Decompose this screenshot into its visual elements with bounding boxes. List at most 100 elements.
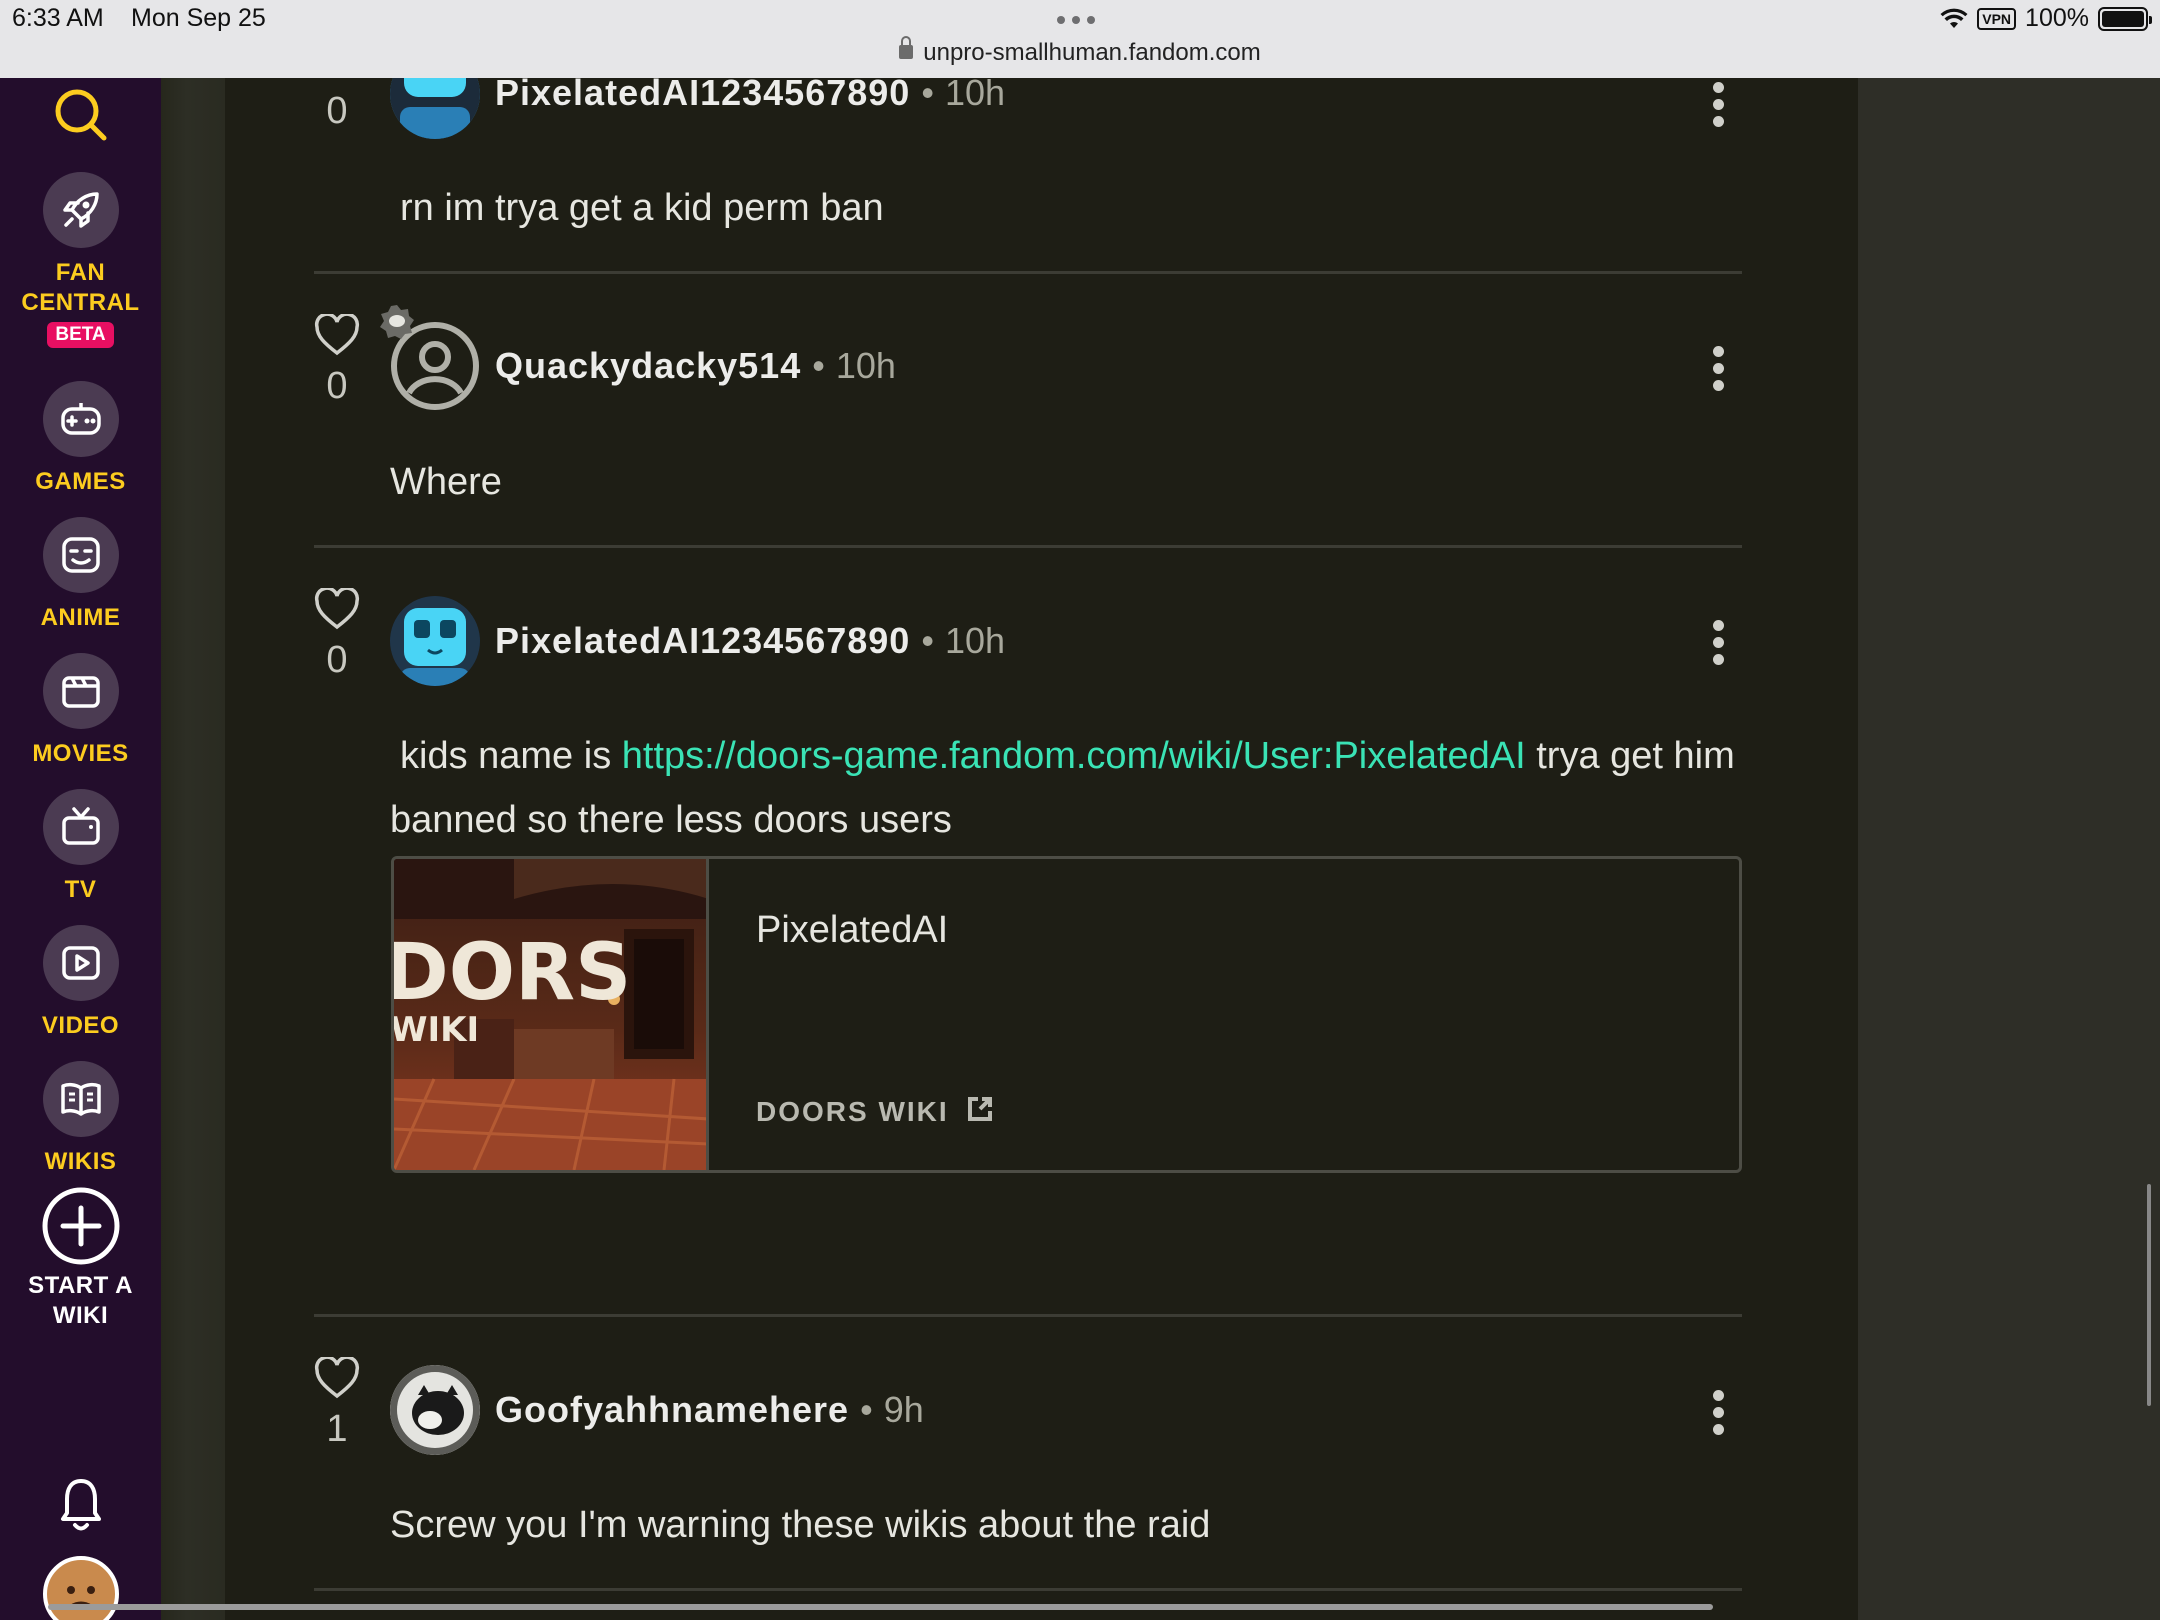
card-thumbnail: DORS WIKI [394, 859, 709, 1170]
card-source-label: DOORS WIKI [756, 1096, 949, 1127]
more-options-icon[interactable] [1712, 82, 1724, 127]
thumb-text-1: DORS [394, 928, 631, 1018]
nav-tv[interactable]: TV [0, 789, 161, 905]
comment-divider [314, 545, 1742, 548]
comment-username[interactable]: PixelatedAI1234567890 • 10h [495, 72, 1005, 114]
tv-icon [61, 807, 100, 845]
address-bar[interactable]: unpro-smallhuman.fandom.com [0, 36, 2160, 67]
fan-central-line-1: FAN [55, 259, 106, 286]
nav-games[interactable]: GAMES [0, 381, 161, 497]
multitasking-dots-icon[interactable] [1057, 16, 1095, 24]
card-source[interactable]: DOORS WIKI [756, 1095, 994, 1128]
comment-time: 10h [944, 72, 1006, 113]
plus-circle-icon [42, 1187, 119, 1265]
separator: • [921, 620, 934, 661]
bell-icon [60, 1479, 101, 1531]
wifi-icon [1940, 8, 1968, 28]
comment-text: Where [390, 461, 502, 503]
play-icon [61, 946, 100, 980]
comment-badge-icon [380, 305, 414, 339]
comment-username[interactable]: Goofyahhnamehere • 9h [495, 1389, 924, 1431]
comment-divider [314, 271, 1742, 274]
start-wiki-line-1: START A [28, 1272, 133, 1299]
username-text[interactable]: Quackydacky514 [495, 345, 801, 386]
battery-icon [2098, 6, 2152, 31]
background-gutter [161, 78, 225, 1620]
avatar[interactable] [390, 1365, 480, 1455]
thumb-text-2: WIKI [394, 1010, 479, 1050]
movies-icon-circle [42, 653, 119, 729]
external-link-icon [968, 1097, 993, 1121]
username-text[interactable]: PixelatedAI1234567890 [495, 620, 910, 661]
more-options-icon[interactable] [1712, 1390, 1724, 1435]
user-avatar-button[interactable] [0, 1556, 161, 1620]
clapperboard-icon [61, 676, 100, 708]
games-icon-circle [42, 381, 119, 457]
separator: • [860, 1389, 873, 1430]
comment-time: 9h [883, 1389, 924, 1430]
search-button[interactable] [0, 85, 161, 150]
rocket-icon [62, 192, 99, 228]
avatar[interactable] [390, 596, 480, 686]
link-preview-card[interactable]: DORS WIKI PixelatedAI DOORS WIKI [391, 856, 1742, 1173]
wikis-label: WIKIS [44, 1148, 117, 1175]
avatar [42, 1556, 119, 1620]
vertical-scrollbar[interactable] [2147, 1184, 2151, 1406]
nav-start-a-wiki[interactable]: START A WIKI [0, 1186, 161, 1331]
comment-text-before: kids name is [400, 735, 622, 777]
comment-text: Screw you I'm warning these wikis about … [390, 1504, 1211, 1546]
more-options-icon[interactable] [1712, 620, 1724, 665]
comment-text: rn im trya get a kid perm ban [400, 187, 884, 229]
separator: • [812, 345, 825, 386]
nav-fan-central[interactable]: FAN CENTRAL BETA [0, 172, 161, 348]
fandom-global-nav: FAN CENTRAL BETA GAMES ANIME MOVIES TV V… [0, 78, 161, 1620]
like-count: 0 [326, 365, 348, 407]
comment-username[interactable]: Quackydacky514 • 10h [495, 345, 896, 387]
notifications-button[interactable] [0, 1475, 161, 1540]
games-label: GAMES [35, 468, 126, 495]
status-date: Mon Sep 25 [131, 4, 266, 32]
heart-icon[interactable] [314, 312, 360, 356]
robot-avatar-icon [390, 596, 480, 686]
wikis-icon-circle [42, 1061, 119, 1137]
start-wiki-label: START A WIKI [0, 1271, 161, 1331]
tv-label: TV [64, 876, 97, 903]
url-text: unpro-smallhuman.fandom.com [923, 39, 1261, 66]
horizontal-scrollbar[interactable] [48, 1604, 1713, 1610]
username-text[interactable]: Goofyahhnamehere [495, 1389, 849, 1430]
lock-icon [899, 36, 914, 59]
nav-anime[interactable]: ANIME [0, 517, 161, 633]
avatar[interactable] [380, 305, 480, 411]
gamepad-icon [60, 403, 101, 435]
nav-video[interactable]: VIDEO [0, 925, 161, 1041]
vpn-badge: VPN [1977, 7, 2017, 30]
heart-icon[interactable] [314, 1355, 360, 1399]
like-column: 0 [314, 586, 360, 682]
video-icon-circle [42, 925, 119, 1001]
like-count: 0 [326, 90, 348, 132]
fan-central-icon-circle [42, 172, 119, 248]
heart-icon[interactable] [314, 586, 360, 630]
anime-label: ANIME [40, 604, 121, 631]
doors-wiki-thumbnail: DORS WIKI [394, 859, 706, 1170]
like-count: 0 [326, 639, 348, 681]
comment-time: 10h [835, 345, 896, 386]
movies-label: MOVIES [32, 740, 129, 767]
right-margin [1858, 78, 2160, 1620]
username-text[interactable]: PixelatedAI1234567890 [495, 72, 910, 113]
comment-divider [314, 1588, 1742, 1591]
status-bar: 6:33 AM Mon Sep 25 unpro-smallhuman.fand… [0, 0, 2160, 78]
like-column: 1 [314, 1355, 360, 1451]
cat-avatar-icon [390, 1365, 480, 1455]
nav-wikis[interactable]: WIKIS [0, 1061, 161, 1177]
like-column: 0 [314, 312, 360, 408]
status-indicators: VPN 100% [1940, 4, 2152, 33]
nav-movies[interactable]: MOVIES [0, 653, 161, 769]
more-options-icon[interactable] [1712, 346, 1724, 391]
comment-username[interactable]: PixelatedAI1234567890 • 10h [495, 620, 1005, 662]
anime-icon-circle [42, 517, 119, 593]
comment-time: 10h [944, 620, 1006, 661]
comment-divider [314, 1314, 1742, 1317]
comment-link[interactable]: https://doors-game.fandom.com/wiki/User:… [622, 735, 1526, 777]
anime-face-icon [61, 537, 100, 573]
